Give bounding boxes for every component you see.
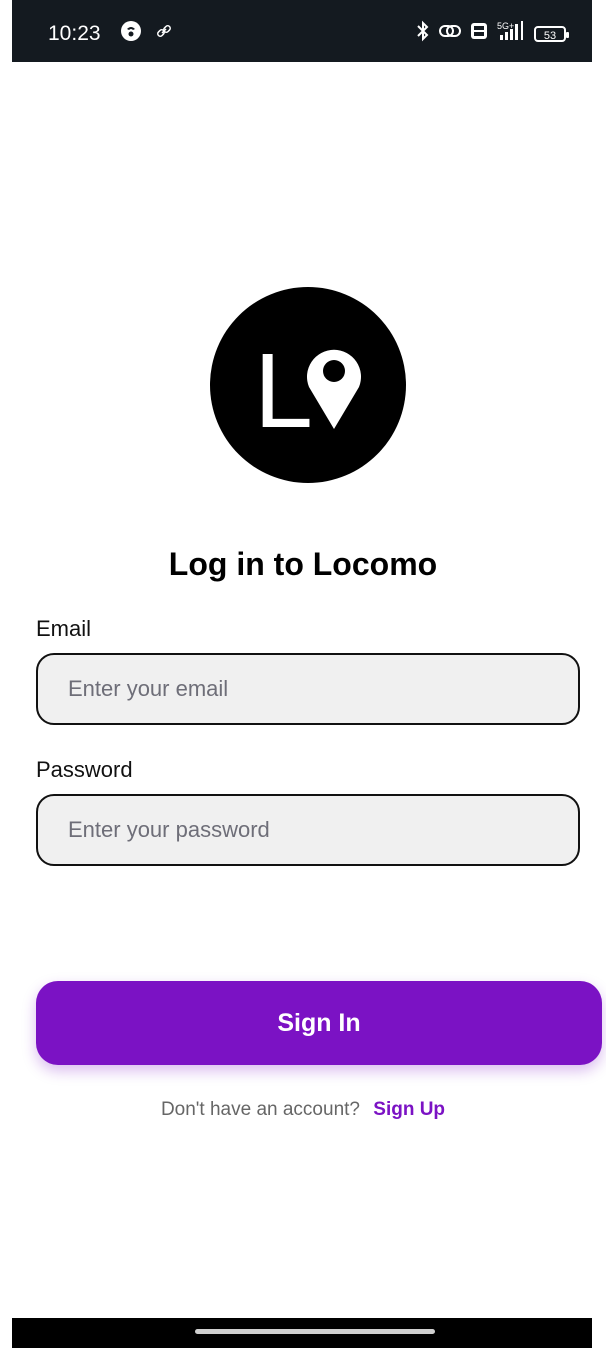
locomo-logo-icon: L	[254, 332, 361, 450]
status-bar: 10:23 5G+ 53	[12, 0, 592, 62]
email-field[interactable]	[36, 653, 580, 725]
page-title: Log in to Locomo	[168, 546, 438, 582]
volte-icon	[470, 21, 488, 46]
sign-up-link[interactable]: Sign Up	[373, 1099, 445, 1120]
link-icon	[156, 23, 172, 44]
password-label: Password	[36, 757, 133, 782]
status-icons-left	[120, 20, 172, 47]
password-field[interactable]	[36, 794, 580, 866]
logo-letter: L	[254, 332, 313, 450]
notification-app-icon	[120, 20, 142, 47]
navigation-bar	[12, 1318, 592, 1348]
home-indicator[interactable]	[195, 1329, 435, 1334]
signup-prompt: Don't have an account?	[160, 1099, 360, 1120]
battery-icon: 53	[534, 25, 569, 42]
bluetooth-icon	[416, 20, 430, 47]
status-icons-right: 5G+ 53	[416, 20, 569, 47]
signal-icon: 5G+	[496, 20, 526, 47]
app-logo: L	[210, 287, 406, 483]
status-time: 10:23	[48, 22, 101, 45]
email-label: Email	[36, 616, 92, 641]
signup-row: Don't have an account? Sign Up	[0, 1099, 606, 1121]
hotspot-icon	[438, 21, 462, 46]
sign-in-button[interactable]: Sign In	[36, 981, 602, 1065]
